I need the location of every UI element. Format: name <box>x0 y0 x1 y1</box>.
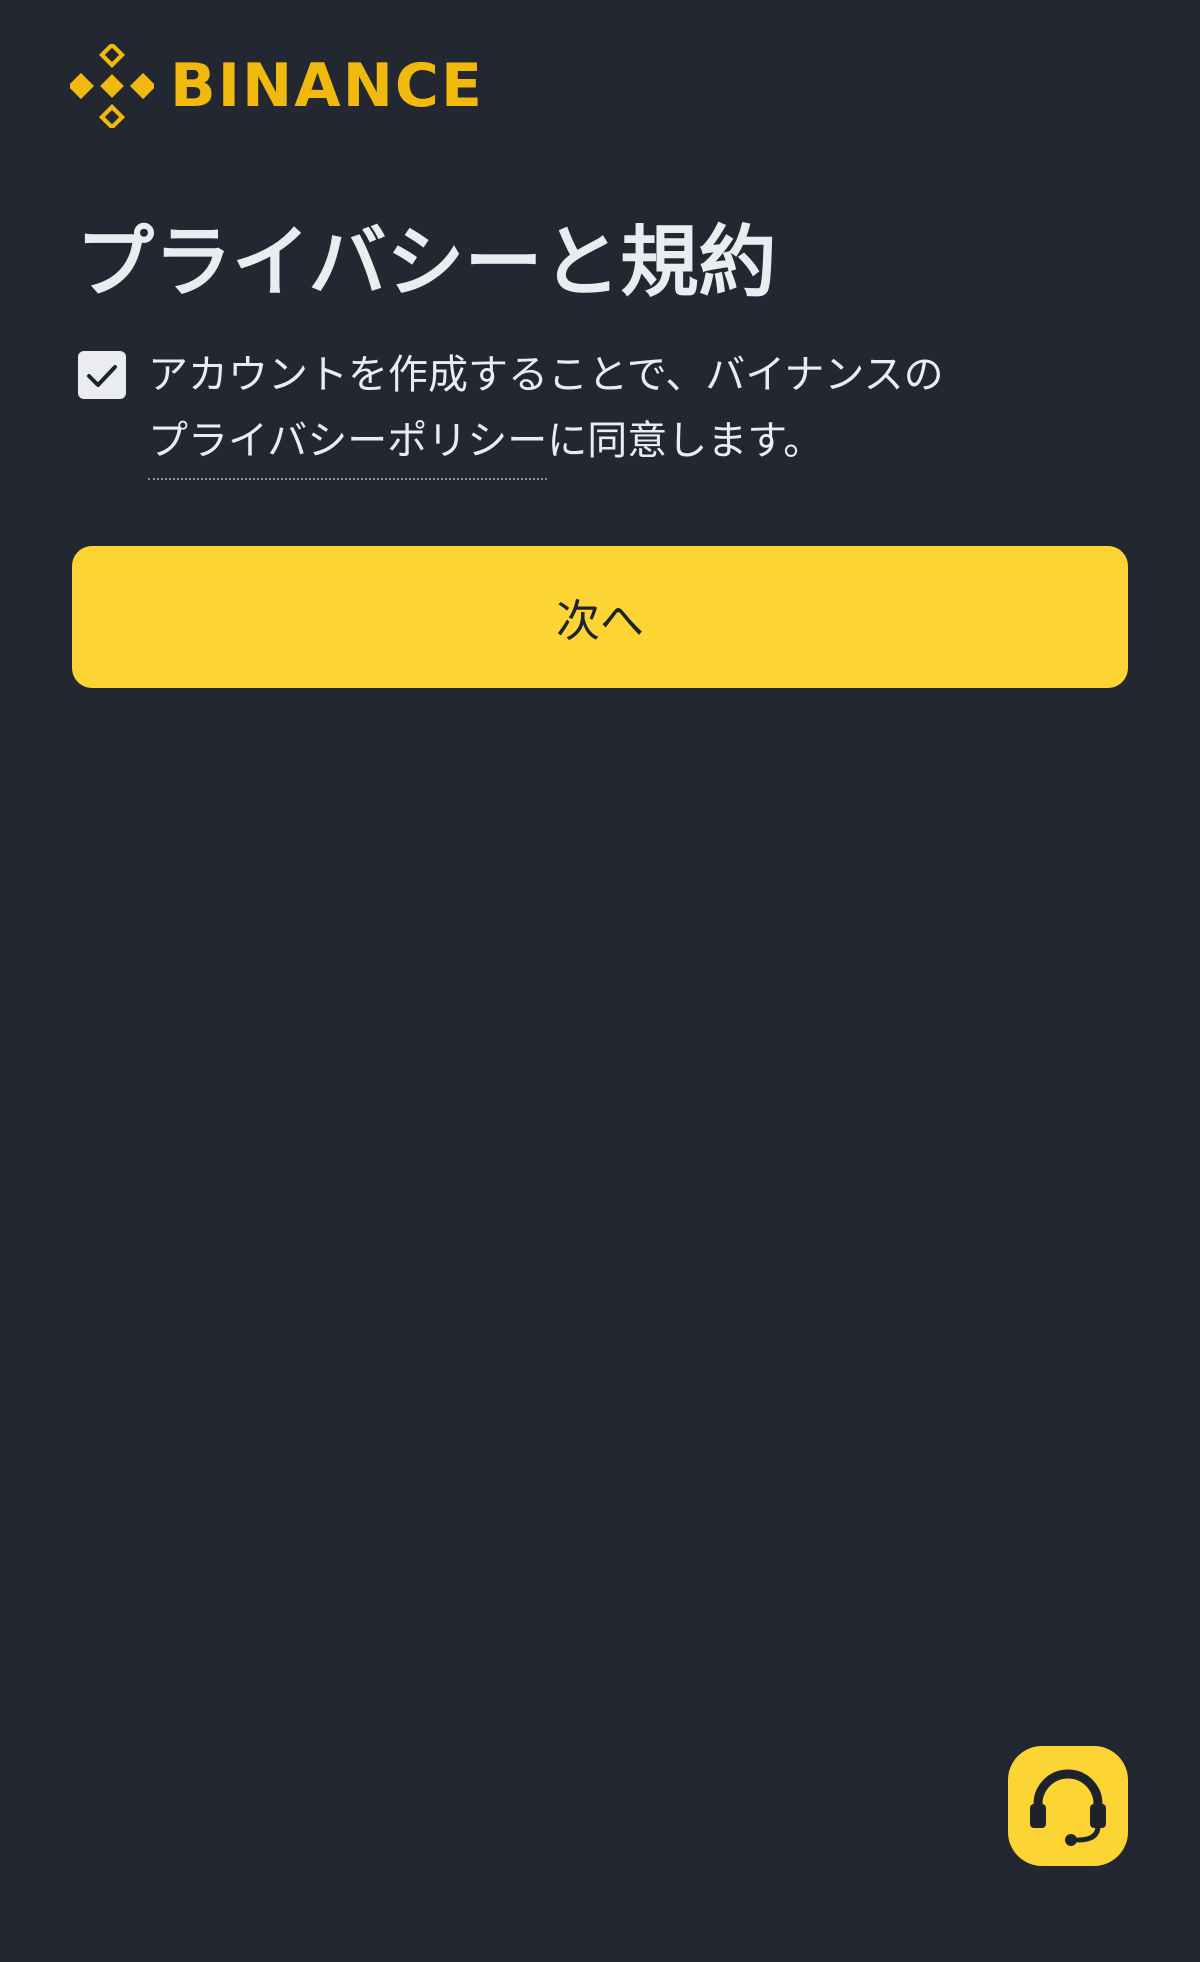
consent-text-before: アカウントを作成することで、バイナンスの <box>148 352 944 398</box>
consent-text-after: に同意します。 <box>547 418 824 464</box>
binance-logo: BINANCE <box>70 44 484 128</box>
checkmark-icon <box>87 365 117 387</box>
binance-logo-icon <box>70 44 154 128</box>
brand-name: BINANCE <box>170 51 484 121</box>
headset-icon <box>1030 1769 1106 1846</box>
consent-checkbox[interactable] <box>78 351 126 399</box>
privacy-policy-link[interactable]: プライバシーポリシー <box>148 418 548 480</box>
consent-text: アカウントを作成することで、バイナンスのプライバシーポリシーに同意します。 <box>148 342 1108 480</box>
next-button[interactable]: 次へ <box>72 546 1128 688</box>
support-button[interactable] <box>1008 1746 1128 1866</box>
page-title: プライバシーと規約 <box>76 218 777 308</box>
